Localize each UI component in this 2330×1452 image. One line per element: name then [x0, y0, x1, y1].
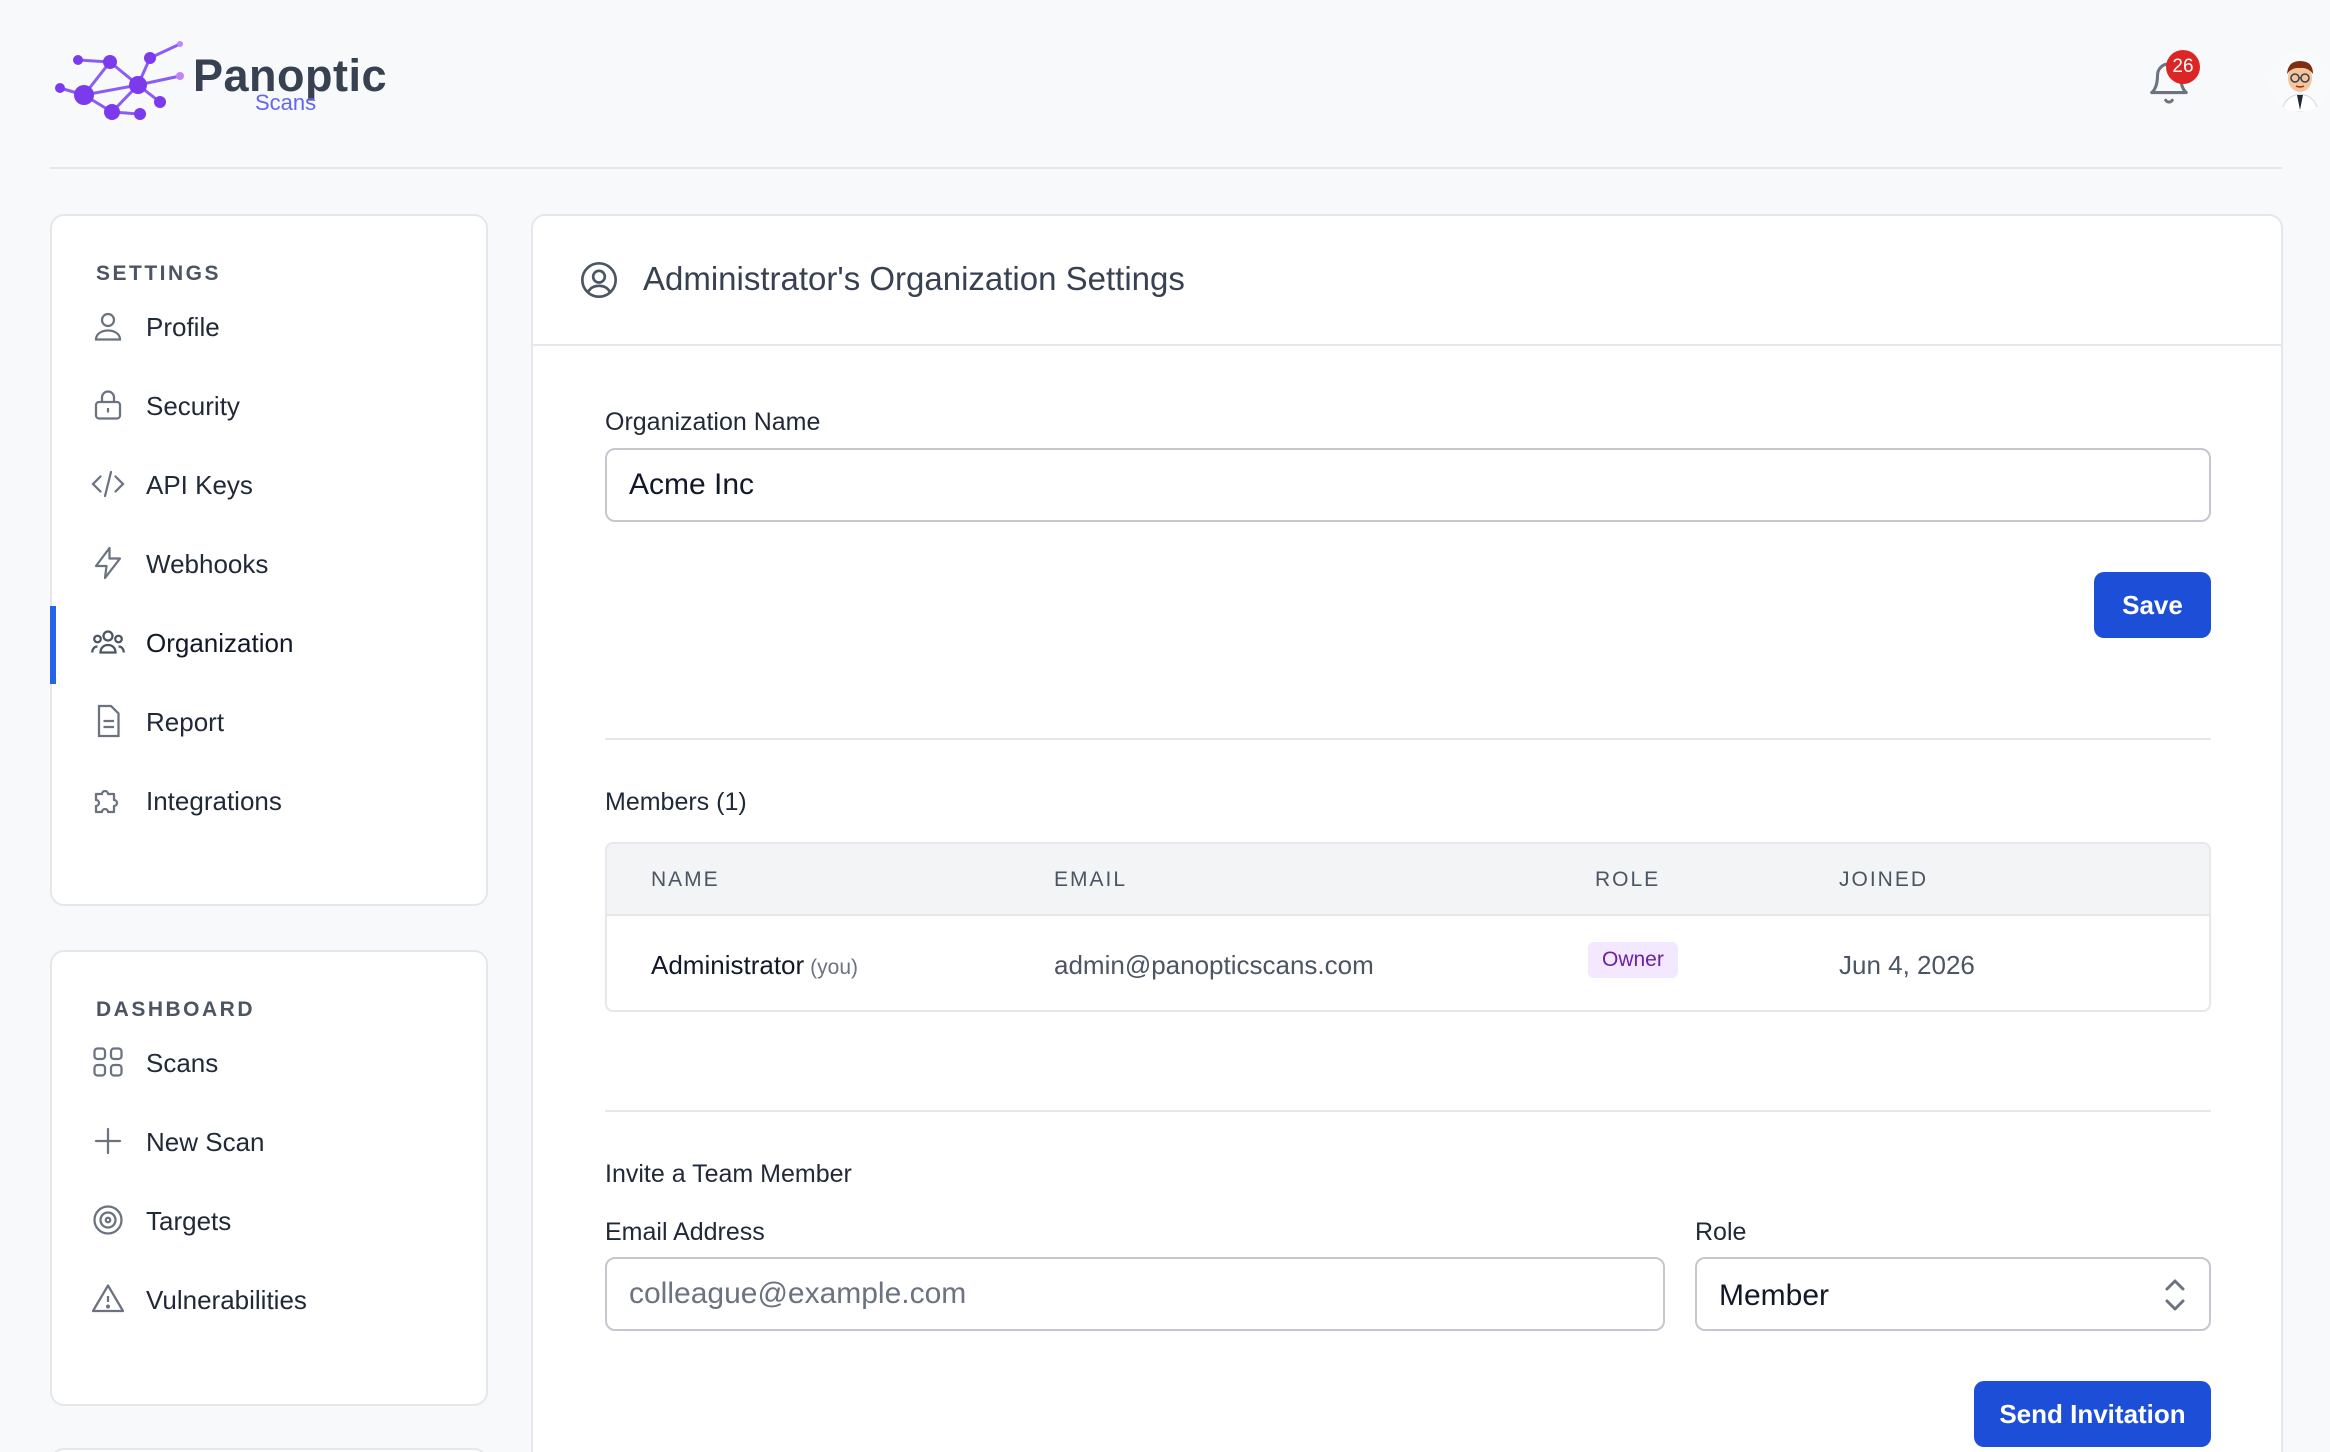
role-label: Role — [1695, 1218, 1747, 1246]
table-header: NAME EMAIL ROLE JOINED — [607, 844, 2209, 916]
sidebar-item-security[interactable]: Security — [52, 369, 486, 447]
avatar-image — [2270, 52, 2330, 112]
role-select[interactable]: Member — [1695, 1257, 2211, 1331]
sidebar-item-label: Targets — [146, 1206, 232, 1236]
column-header-joined: JOINED — [1839, 868, 1929, 891]
column-header-email: EMAIL — [1054, 868, 1128, 891]
sidebar-item-organization[interactable]: Organization — [50, 606, 486, 684]
dashboard-sidebar: DASHBOARD Scans New Scan Targets Vulnera… — [50, 950, 488, 1406]
column-header-role: ROLE — [1595, 868, 1661, 891]
sidebar-item-vulnerabilities[interactable]: Vulnerabilities — [52, 1263, 486, 1341]
notification-count-badge: 26 — [2166, 50, 2200, 84]
panel-header: Administrator's Organization Settings — [533, 216, 2281, 346]
warning-icon — [91, 1284, 125, 1313]
sidebar-item-scans[interactable]: Scans — [52, 1026, 486, 1104]
puzzle-icon — [94, 789, 119, 814]
sidebar-item-label: Vulnerabilities — [146, 1285, 307, 1315]
member-email: admin@panopticscans.com — [1054, 950, 1374, 980]
section-divider — [605, 1110, 2211, 1112]
member-name: Administrator — [651, 950, 805, 980]
code-icon — [91, 470, 125, 498]
members-table: NAME EMAIL ROLE JOINED Administrator (you… — [605, 842, 2211, 1012]
settings-sidebar: SETTINGS Profile Security API Keys Webho… — [50, 214, 488, 906]
you-tag: (you) — [810, 956, 859, 979]
sidebar-item-label: Organization — [146, 628, 294, 658]
send-invitation-button[interactable]: Send Invitation — [1974, 1381, 2211, 1447]
org-name-label: Organization Name — [605, 408, 821, 436]
grid-icon — [93, 1047, 123, 1077]
members-heading: Members (1) — [605, 788, 747, 816]
sidebar-item-label: Webhooks — [146, 549, 269, 579]
sidebar-item-profile[interactable]: Profile — [52, 290, 486, 368]
invite-heading: Invite a Team Member — [605, 1160, 852, 1188]
users-icon — [91, 630, 125, 654]
sidebar-item-label: Report — [146, 707, 225, 737]
active-indicator — [50, 606, 56, 684]
user-circle-icon — [581, 262, 617, 298]
org-name-input[interactable] — [605, 448, 2211, 522]
sidebar-card-partial — [50, 1448, 488, 1452]
bolt-icon — [94, 546, 122, 580]
page-title: Administrator's Organization Settings — [643, 260, 1185, 297]
lock-icon — [94, 390, 122, 420]
document-icon — [97, 704, 120, 738]
user-icon — [94, 312, 122, 341]
settings-heading: SETTINGS — [96, 262, 222, 285]
user-avatar[interactable] — [2270, 52, 2330, 112]
invite-email-input[interactable] — [605, 1257, 1665, 1331]
target-icon — [93, 1205, 123, 1235]
sidebar-item-integrations[interactable]: Integrations — [52, 764, 486, 842]
section-divider — [605, 738, 2211, 740]
sidebar-item-report[interactable]: Report — [52, 685, 486, 763]
save-button[interactable]: Save — [2094, 572, 2211, 638]
organization-settings-panel: Administrator's Organization Settings Or… — [531, 214, 2283, 1452]
sidebar-item-targets[interactable]: Targets — [52, 1184, 486, 1262]
sidebar-item-label: Integrations — [146, 786, 282, 816]
sidebar-item-label: API Keys — [146, 470, 253, 500]
column-header-name: NAME — [651, 868, 720, 891]
plus-icon — [94, 1127, 122, 1155]
member-name-cell: Administrator (you) — [651, 950, 858, 981]
role-select-value: Member — [1719, 1279, 1830, 1312]
sidebar-item-label: New Scan — [146, 1127, 265, 1157]
sidebar-item-new-scan[interactable]: New Scan — [52, 1105, 486, 1183]
sidebar-item-api-keys[interactable]: API Keys — [52, 448, 486, 526]
network-logo-icon — [55, 41, 184, 120]
sidebar-item-label: Profile — [146, 312, 220, 342]
top-header: Panoptic Scans 26 — [50, 0, 2330, 169]
app-subtitle: Scans — [255, 90, 317, 115]
member-joined: Jun 4, 2026 — [1839, 950, 1975, 980]
sidebar-item-label: Scans — [146, 1048, 219, 1078]
dashboard-heading: DASHBOARD — [96, 998, 255, 1021]
sidebar-item-label: Security — [146, 391, 240, 421]
sidebar-item-webhooks[interactable]: Webhooks — [52, 527, 486, 605]
email-address-label: Email Address — [605, 1218, 765, 1246]
role-badge: Owner — [1588, 942, 1678, 978]
app-logo[interactable]: Panoptic Scans — [50, 40, 390, 130]
chevron-up-down-icon — [2165, 1279, 2185, 1311]
